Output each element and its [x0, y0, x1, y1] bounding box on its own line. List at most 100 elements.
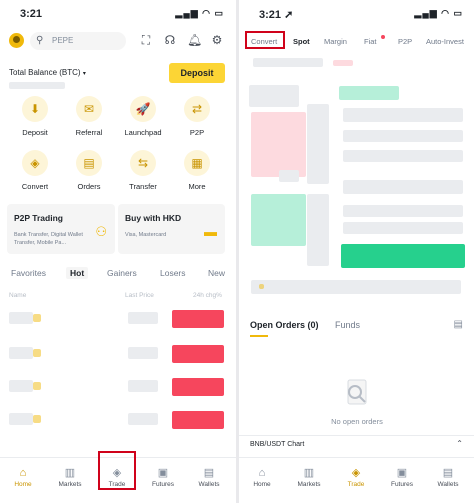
nav-home[interactable]: ⌂ Home	[3, 467, 43, 488]
shortcut-more[interactable]: ▦ More	[175, 150, 219, 191]
notification-dot	[381, 35, 385, 39]
blurred-block	[333, 60, 353, 66]
nav-label: Wallets	[437, 481, 459, 488]
blurred-block	[343, 180, 463, 194]
chart-toggle-bar[interactable]: BNB/USDT Chart ⌃	[239, 435, 474, 453]
avatar[interactable]	[9, 33, 24, 48]
convert-icon-glyph: ◈	[30, 156, 40, 170]
support-icon[interactable]: ☊	[163, 33, 177, 47]
card-title: Buy with HKD	[125, 213, 182, 223]
futures-icon: ▣	[396, 467, 408, 479]
column-name-header: Name	[9, 292, 27, 299]
nav-label: Wallets	[198, 481, 220, 488]
shortcut-referral[interactable]: ✉ Referral	[67, 96, 111, 137]
pair-name-blurred	[9, 347, 33, 359]
nav-futures[interactable]: ▣ Futures	[143, 467, 183, 488]
shortcut-transfer[interactable]: ⇆ Transfer	[121, 150, 165, 191]
transfer-icon: ⇆	[130, 150, 156, 176]
shortcut-launchpad[interactable]: 🚀 Launchpad	[121, 96, 165, 137]
nav-label: Futures	[390, 481, 414, 488]
shortcut-convert[interactable]: ◈ Convert	[13, 150, 57, 191]
p2p-people-icon: ⚇	[95, 224, 107, 239]
nav-markets[interactable]: ▥ Markets	[50, 467, 90, 488]
nav-label: Home	[14, 481, 32, 488]
nav-trade[interactable]: ◈ Trade	[336, 467, 376, 488]
nav-wallets[interactable]: ▤ Wallets	[189, 467, 229, 488]
tab-fiat[interactable]: Fiat	[364, 37, 377, 46]
status-bar: 3:21 ➚ ▂▄▆ ◠ ▭	[239, 0, 474, 26]
status-bar: 3:21 ▂▄▆ ◠ ▭	[0, 0, 236, 26]
nav-label: Markets	[58, 481, 82, 488]
status-time: 3:21	[20, 8, 43, 20]
deposit-icon: ⬇	[22, 96, 48, 122]
tab-hot[interactable]: Hot	[66, 267, 89, 279]
total-balance-label[interactable]: Total Balance (BTC) ▾	[9, 68, 86, 77]
blurred-block	[343, 222, 463, 234]
market-tabs: Favorites Hot Gainers Losers New	[0, 267, 236, 282]
blurred-block	[343, 108, 463, 122]
convert-highlight-box	[245, 31, 285, 49]
search-icon: ⚲	[36, 35, 44, 46]
buy-with-hkd-card[interactable]: Buy with HKD Visa, Mastercard ▬	[118, 204, 225, 254]
tab-favorites[interactable]: Favorites	[11, 268, 46, 278]
pair-icon-blurred	[33, 314, 41, 322]
signal-wifi-battery-icon: ▂▄▆ ◠ ▭	[175, 8, 224, 18]
tab-auto-invest[interactable]: Auto-Invest	[426, 37, 464, 46]
shortcut-label: Orders	[77, 182, 101, 191]
empty-search-icon	[347, 379, 367, 405]
active-tab-underline	[250, 335, 268, 337]
nav-label: Futures	[151, 481, 175, 488]
tab-p2p[interactable]: P2P	[398, 37, 412, 46]
markets-chart-icon: ▥	[64, 467, 76, 479]
pair-name-blurred	[9, 413, 33, 425]
shortcut-label: P2P	[189, 128, 205, 137]
funds-tab[interactable]: Funds	[335, 320, 360, 330]
shortcut-deposit[interactable]: ⬇ Deposit	[13, 96, 57, 137]
shortcut-label: Convert	[21, 182, 49, 191]
shortcut-p2p[interactable]: ⇄ P2P	[175, 96, 219, 137]
shortcut-label: Transfer	[129, 182, 157, 191]
p2p-trading-card[interactable]: P2P Trading Bank Transfer, Digital Walle…	[7, 204, 115, 254]
search-input[interactable]: ⚲ PEPE	[30, 32, 126, 50]
nav-markets[interactable]: ▥ Markets	[289, 467, 329, 488]
shortcut-label: Launchpad	[124, 128, 162, 137]
scan-icon[interactable]: ⛶	[139, 33, 153, 47]
blurred-block	[343, 150, 463, 162]
trade-highlight-box	[98, 451, 136, 490]
open-orders-tab[interactable]: Open Orders (0)	[250, 320, 319, 330]
nav-label: Home	[253, 481, 271, 488]
empty-state-text: No open orders	[331, 417, 383, 426]
tab-margin[interactable]: Margin	[324, 37, 347, 46]
last-price-blurred	[128, 312, 158, 324]
signal-wifi-battery-icon: ▂▄▆ ◠ ▭	[414, 8, 463, 18]
shortcut-orders[interactable]: ▤ Orders	[67, 150, 111, 191]
change-badge	[172, 345, 224, 363]
share-icon[interactable]: ⚙	[210, 33, 224, 47]
markets-chart-icon: ▥	[303, 467, 315, 479]
order-history-icon[interactable]: ▤	[454, 319, 463, 330]
tab-new[interactable]: New	[208, 268, 225, 278]
change-badge	[172, 378, 224, 396]
last-price-blurred	[128, 347, 158, 359]
card-subtitle: Bank Transfer, Digital Wallet Transfer, …	[14, 232, 83, 246]
tab-losers[interactable]: Losers	[160, 268, 186, 278]
nav-label: Trade	[347, 481, 365, 488]
nav-wallets[interactable]: ▤ Wallets	[428, 467, 468, 488]
credit-card-icon: ▬	[204, 224, 217, 239]
status-time: 3:21 ➚	[259, 9, 294, 21]
card-title: P2P Trading	[14, 213, 63, 223]
p2p-icon: ⇄	[184, 96, 210, 122]
nav-futures[interactable]: ▣ Futures	[382, 467, 422, 488]
futures-icon: ▣	[157, 467, 169, 479]
tab-gainers[interactable]: Gainers	[107, 268, 137, 278]
home-screen: 3:21 ▂▄▆ ◠ ▭ ⚲ PEPE ⛶ ☊ 🔔︎ ⚙ Total Balan…	[0, 0, 236, 503]
bottom-nav: ⌂ Home ▥ Markets ◈ Trade ▣ Futures ▤ Wal…	[239, 457, 474, 503]
blurred-block	[341, 244, 465, 268]
nav-home[interactable]: ⌂ Home	[242, 467, 282, 488]
deposit-button[interactable]: Deposit	[169, 63, 225, 83]
convert-icon: ◈	[22, 150, 48, 176]
home-icon: ⌂	[258, 467, 266, 479]
trade-icon: ◈	[351, 467, 361, 479]
tab-spot[interactable]: Spot	[293, 37, 310, 46]
notification-bell-icon[interactable]: 🔔︎	[187, 33, 202, 47]
